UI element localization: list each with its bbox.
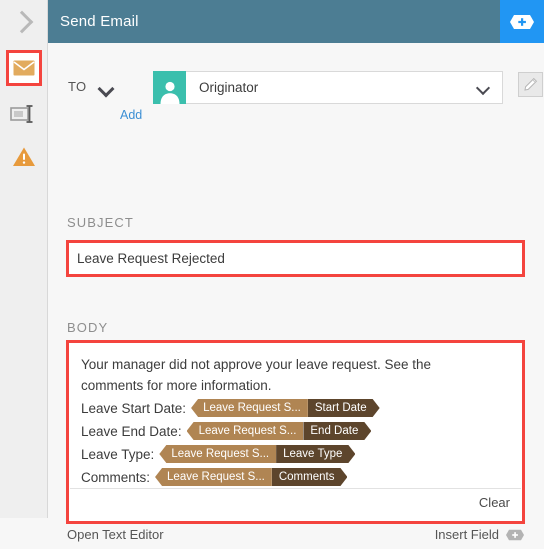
token-label: Leave Type:	[81, 446, 155, 462]
field-chip[interactable]: Leave Request S... Comments	[155, 468, 347, 486]
rail-item-mail[interactable]	[0, 45, 47, 91]
body-divider	[70, 488, 521, 489]
to-row: TO Originator Add	[68, 71, 543, 123]
person-icon	[160, 81, 179, 104]
step-rail	[0, 0, 48, 518]
chip-source: Leave Request S...	[186, 422, 304, 440]
body-label: BODY	[67, 320, 109, 335]
recipient-control: Originator	[153, 71, 503, 106]
chip-source: Leave Request S...	[155, 468, 272, 486]
clear-body-link[interactable]: Clear	[479, 495, 510, 510]
token-label: Leave End Date:	[81, 423, 182, 439]
rail-item-text-field[interactable]	[0, 91, 47, 137]
email-form: TO Originator Add SUBJECT Leave Request …	[48, 43, 544, 542]
chip-source: Leave Request S...	[191, 399, 308, 417]
field-chip[interactable]: Leave Request S... End Date	[186, 422, 372, 440]
rail-item-warning[interactable]	[0, 134, 47, 180]
body-content: Your manager did not approve your leave …	[69, 343, 522, 489]
add-recipient-link[interactable]: Add	[120, 108, 142, 122]
chip-field: Start Date	[308, 399, 380, 417]
editor-footer: Open Text Editor Insert Field	[66, 527, 525, 549]
chip-field: Leave Type	[276, 445, 355, 463]
insert-field-label: Insert Field	[434, 527, 499, 542]
insert-field-plus-icon	[506, 529, 524, 540]
subject-label: SUBJECT	[67, 215, 134, 230]
window-header: Send Email	[48, 0, 544, 43]
subject-input[interactable]: Leave Request Rejected	[66, 240, 525, 277]
field-chip[interactable]: Leave Request S... Start Date	[191, 399, 380, 417]
token-row: Leave Start Date: Leave Request S... Sta…	[81, 397, 510, 419]
header-insert-field-button[interactable]	[500, 0, 544, 43]
pencil-icon	[524, 77, 538, 91]
recipient-select[interactable]: Originator	[186, 71, 503, 104]
recipient-value: Originator	[199, 80, 259, 95]
open-text-editor-link[interactable]: Open Text Editor	[67, 527, 164, 542]
insert-field-button[interactable]: Insert Field	[435, 527, 525, 542]
rail-collapse-button[interactable]	[0, 0, 47, 43]
warning-triangle-icon	[12, 147, 35, 166]
page-title: Send Email	[60, 13, 139, 30]
edit-recipient-button[interactable]	[518, 72, 543, 97]
chip-field: End Date	[303, 422, 371, 440]
text-field-icon	[9, 105, 32, 123]
avatar	[153, 71, 186, 104]
token-row: Comments: Leave Request S... Comments	[81, 466, 510, 488]
send-email-window: Send Email TO Originator Add SUBJECT Lea…	[0, 0, 544, 542]
chevron-down-icon	[475, 80, 491, 96]
token-row: Leave Type: Leave Request S... Leave Typ…	[81, 443, 510, 465]
to-label: TO	[68, 79, 87, 94]
chip-field: Comments	[272, 468, 348, 486]
envelope-icon	[13, 60, 34, 76]
chip-source: Leave Request S...	[159, 445, 277, 463]
token-label: Leave Start Date:	[81, 400, 187, 416]
token-row: Leave End Date: Leave Request S... End D…	[81, 420, 510, 442]
body-paragraph: Your manager did not approve your leave …	[81, 357, 431, 393]
token-label: Comments:	[81, 469, 151, 485]
field-chip[interactable]: Leave Request S... Leave Type	[159, 445, 355, 463]
chevron-down-icon[interactable]	[97, 80, 115, 98]
subject-value: Leave Request Rejected	[77, 251, 225, 266]
insert-field-plus-icon	[510, 14, 534, 29]
mail-step-selected-box	[5, 50, 42, 86]
body-editor[interactable]: Your manager did not approve your leave …	[66, 340, 525, 524]
chevron-right-icon	[10, 10, 33, 33]
